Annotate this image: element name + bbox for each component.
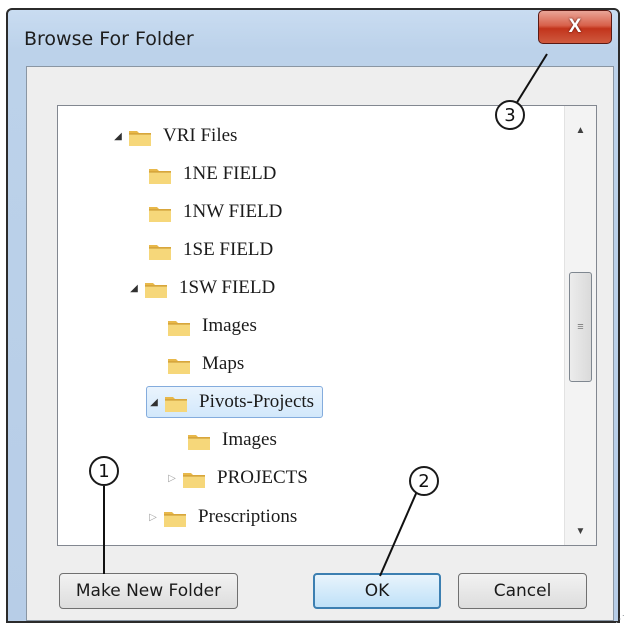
vertical-scrollbar[interactable]: ▲ ≡ ▼ [564, 106, 596, 545]
callout-3: 3 [495, 100, 525, 130]
tree-item-label: 1NE FIELD [183, 163, 277, 184]
folder-icon [181, 467, 207, 489]
tree-item-label: Maps [202, 353, 245, 374]
tree-item-1nw-field[interactable]: 1NW FIELD [131, 197, 286, 227]
folder-icon [162, 506, 188, 528]
ok-button[interactable]: OK [313, 573, 441, 609]
tree-item-label: Pivots-Projects [199, 391, 315, 412]
tree-item-1se-field[interactable]: 1SE FIELD [131, 235, 277, 265]
folder-icon [166, 315, 192, 337]
tree-item-label: VRI Files [163, 125, 238, 146]
tree-item-label: PROJECTS [217, 467, 308, 488]
cancel-button[interactable]: Cancel [458, 573, 587, 609]
make-new-folder-button[interactable]: Make New Folder [59, 573, 238, 609]
folder-icon [147, 163, 173, 185]
collapsed-arrow-icon[interactable]: ▷ [146, 512, 160, 523]
scroll-up-arrow-icon[interactable]: ▲ [565, 116, 596, 144]
tree-item-1sw-field[interactable]: ◢ 1SW FIELD [127, 273, 279, 303]
dialog-title: Browse For Folder [24, 28, 194, 50]
expand-arrow-icon[interactable]: ◢ [127, 283, 141, 294]
tree-item-label: Images [202, 315, 257, 336]
folder-icon [127, 125, 153, 147]
folder-icon [147, 201, 173, 223]
tree-item-vri-files[interactable]: ◢ VRI Files [111, 121, 241, 151]
tree-item-projects[interactable]: ▷ PROJECTS [165, 463, 312, 493]
folder-icon [143, 277, 169, 299]
scroll-down-arrow-icon[interactable]: ▼ [565, 517, 596, 545]
tree-item-1ne-field[interactable]: 1NE FIELD [131, 159, 280, 189]
close-button[interactable]: X [538, 10, 612, 44]
tree-item-label: Prescriptions [198, 506, 298, 527]
tree-item-label: Images [222, 429, 277, 450]
folder-icon [186, 429, 212, 451]
callout-1: 1 [89, 456, 119, 486]
tree-item-maps[interactable]: Maps [150, 349, 248, 379]
tree-item-prescriptions[interactable]: ▷ Prescriptions [146, 502, 301, 532]
scroll-thumb[interactable]: ≡ [569, 272, 592, 382]
collapsed-arrow-icon[interactable]: ▷ [165, 473, 179, 484]
expand-arrow-icon[interactable]: ◢ [147, 397, 161, 408]
tree-item-label: 1SW FIELD [179, 277, 276, 298]
folder-icon [147, 239, 173, 261]
tree-item-images-sub[interactable]: Images [170, 425, 281, 455]
tree-item-images[interactable]: Images [150, 311, 261, 341]
folder-icon [166, 353, 192, 375]
tree-item-label: 1NW FIELD [183, 201, 283, 222]
callout-2: 2 [409, 466, 439, 496]
folder-icon [163, 391, 189, 413]
resize-grip-icon[interactable]: ⋰ [615, 614, 625, 625]
tree-item-label: 1SE FIELD [183, 239, 274, 260]
expand-arrow-icon[interactable]: ◢ [111, 131, 125, 142]
tree-item-pivots-projects[interactable]: ◢ Pivots-Projects [146, 386, 324, 418]
